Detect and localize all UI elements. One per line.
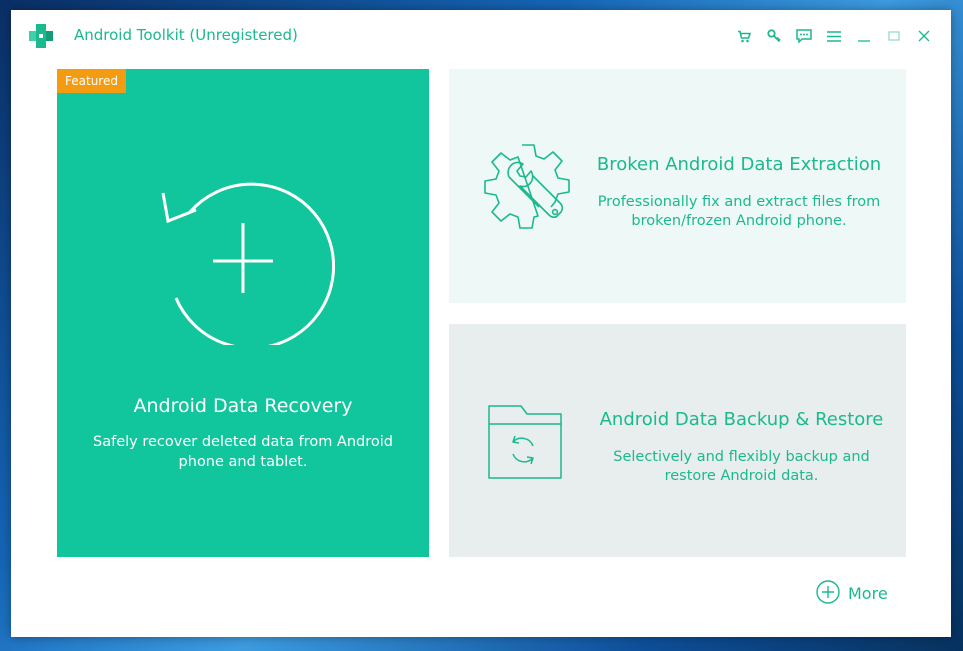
broken-extraction-title: Broken Android Data Extraction (596, 154, 882, 175)
app-logo-icon (27, 22, 55, 50)
android-data-backup-restore-card[interactable]: Android Data Backup & Restore Selectivel… (449, 324, 906, 557)
circular-arrow-plus-icon (155, 165, 336, 350)
feedback-icon[interactable] (789, 24, 819, 48)
close-icon[interactable] (909, 24, 939, 48)
featured-badge: Featured (57, 69, 126, 93)
gear-wrench-icon (479, 139, 579, 243)
recovery-description: Safely recover deleted data from Android… (93, 434, 393, 470)
android-data-recovery-card[interactable]: Featured Android Data Recovery Safely re… (57, 69, 429, 557)
backup-restore-description: Selectively and flexibly backup and rest… (613, 449, 870, 484)
key-icon[interactable] (759, 24, 789, 48)
app-window: Android Toolkit (Unregistered) Featured … (11, 10, 951, 637)
app-title: Android Toolkit (Unregistered) (74, 26, 298, 44)
minimize-icon[interactable] (849, 24, 879, 48)
cart-icon[interactable] (729, 24, 759, 48)
more-button[interactable]: More (816, 580, 888, 608)
menu-icon[interactable] (819, 24, 849, 48)
recovery-title: Android Data Recovery (133, 395, 353, 417)
backup-restore-title: Android Data Backup & Restore (599, 409, 884, 430)
maximize-icon[interactable] (879, 24, 909, 48)
more-label: More (848, 584, 888, 603)
title-bar[interactable]: Android Toolkit (Unregistered) (11, 10, 951, 62)
broken-android-data-extraction-card[interactable]: Broken Android Data Extraction Professio… (449, 69, 906, 303)
plus-circle-icon (816, 580, 840, 608)
window-controls (729, 24, 939, 48)
broken-extraction-description: Professionally fix and extract files fro… (597, 194, 881, 229)
folder-sync-icon (485, 402, 565, 486)
